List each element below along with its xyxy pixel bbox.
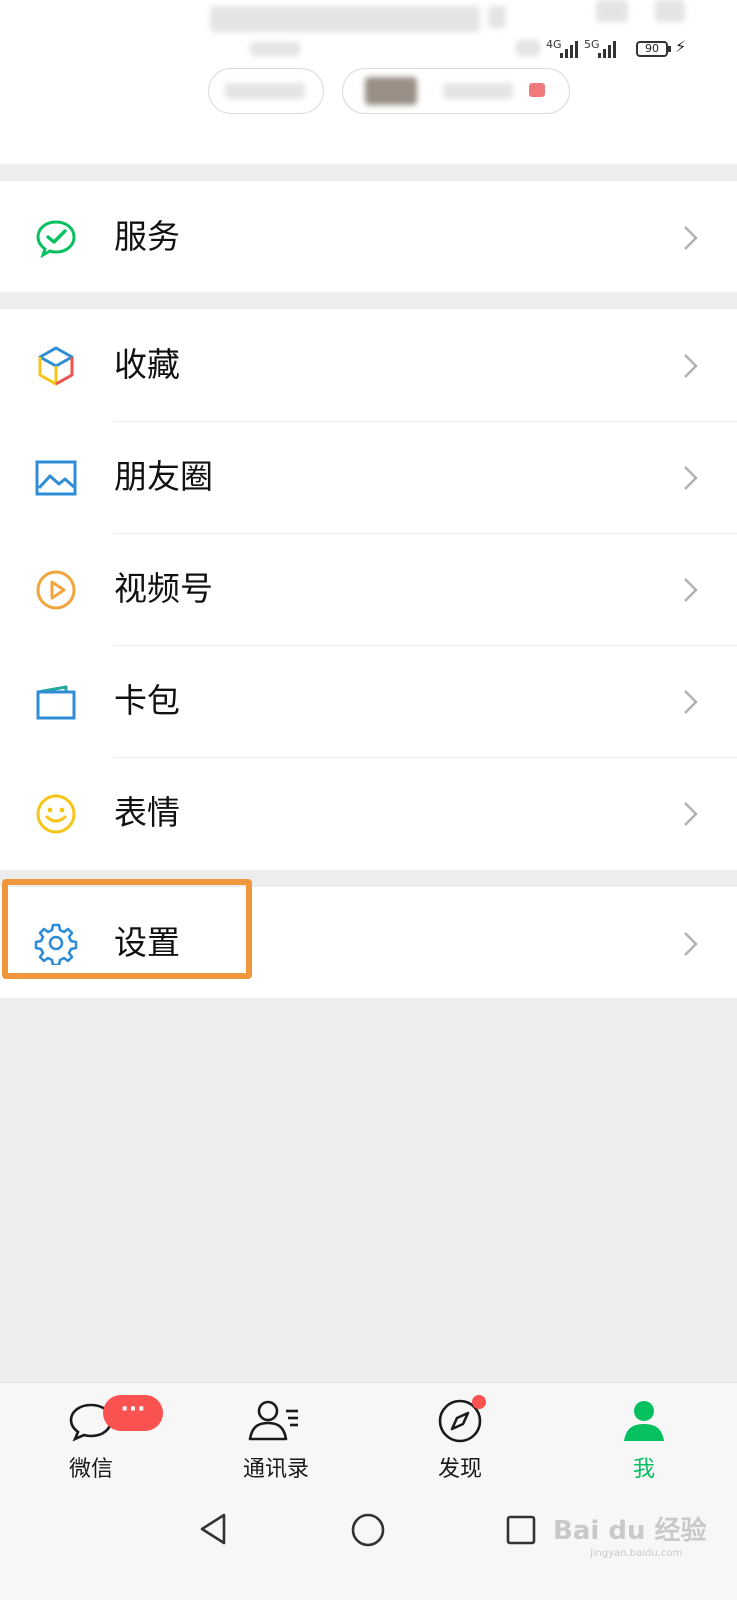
profile-name-blurred (210, 6, 480, 32)
chevron-right-icon (684, 466, 698, 490)
unread-badge: ··· (103, 1395, 163, 1431)
menu-item-favorites[interactable]: 收藏 (0, 309, 737, 421)
blurred-text (488, 6, 506, 28)
menu-label: 卡包 (114, 681, 180, 720)
service-section: 服务 (0, 181, 737, 292)
features-section: 收藏 朋友圈 视频号 卡包 表情 (0, 309, 737, 870)
friends-status-pill[interactable] (342, 68, 570, 114)
tab-label: 我 (632, 1457, 655, 1482)
chevron-right-icon (684, 690, 698, 714)
chevron-right-icon (684, 578, 698, 602)
settings-highlight-box (2, 879, 252, 979)
baidu-watermark: Bai du 经验 (553, 1516, 707, 1546)
blurred-text (596, 0, 628, 22)
blurred-text (225, 83, 305, 99)
blurred-text (655, 0, 685, 22)
tab-discover[interactable]: 发现 (400, 1383, 520, 1493)
bottom-tab-bar: ··· 微信 通讯录 发现 我 (0, 1382, 737, 1493)
battery-icon: 90 (636, 41, 671, 57)
wechat-id-blurred (250, 42, 300, 56)
signal-bars-icon (560, 40, 578, 58)
menu-label: 表情 (114, 793, 180, 832)
tab-contacts[interactable]: 通讯录 (216, 1383, 336, 1493)
chevron-right-icon (684, 802, 698, 826)
menu-label: 服务 (114, 217, 180, 256)
menu-item-service[interactable]: 服务 (0, 181, 737, 292)
profile-header[interactable]: 4G 5G 90 ⚡ (0, 0, 737, 164)
friend-avatars-blurred (365, 77, 417, 105)
recents-square-icon[interactable] (505, 1514, 537, 1546)
tab-label: 通讯录 (242, 1457, 309, 1482)
picture-icon (35, 460, 77, 496)
menu-label: 收藏 (114, 345, 180, 384)
wechat-pay-check-icon (36, 220, 76, 259)
tab-label: 微信 (68, 1457, 113, 1482)
menu-item-stickers[interactable]: 表情 (0, 757, 737, 869)
status-pill[interactable] (208, 68, 324, 114)
notification-marker (529, 83, 545, 97)
chevron-right-icon (684, 354, 698, 378)
battery-level: 90 (645, 42, 659, 55)
tab-chats[interactable]: ··· 微信 (31, 1383, 163, 1493)
tab-me[interactable]: 我 (584, 1383, 704, 1493)
menu-item-channels[interactable]: 视频号 (0, 533, 737, 645)
menu-item-cards[interactable]: 卡包 (0, 645, 737, 757)
blurred-text (443, 83, 513, 99)
chevron-right-icon (684, 932, 698, 956)
menu-label: 朋友圈 (114, 457, 213, 496)
contacts-icon (248, 1400, 298, 1441)
chevron-right-icon (684, 226, 698, 250)
back-triangle-icon[interactable] (198, 1512, 228, 1546)
blurred-text (516, 40, 540, 56)
new-content-dot (472, 1395, 486, 1409)
signal-bars-icon (598, 40, 616, 58)
charging-icon: ⚡ (675, 37, 687, 56)
home-circle-icon[interactable] (350, 1512, 386, 1548)
tab-label: 发现 (437, 1457, 482, 1482)
menu-item-moments[interactable]: 朋友圈 (0, 421, 737, 533)
smiley-icon (36, 794, 76, 834)
play-circle-icon (36, 570, 76, 610)
cube-icon (38, 346, 74, 386)
person-icon (624, 1401, 664, 1441)
wallet-icon (36, 685, 76, 720)
baidu-watermark-url: jingyan.baidu.com (590, 1548, 683, 1559)
menu-label: 视频号 (114, 569, 213, 608)
